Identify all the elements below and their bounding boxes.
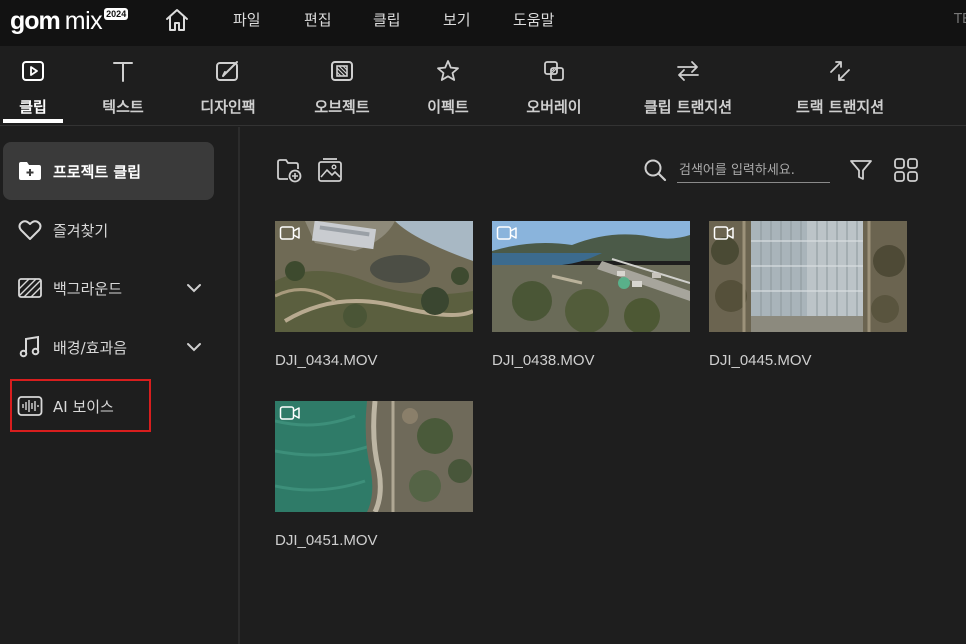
filter-icon[interactable] [848, 157, 874, 183]
tab-effect[interactable]: 이펙트 [420, 46, 476, 126]
tab-track-transition-label: 트랙 트랜지션 [795, 98, 885, 116]
menu-bar: gom mix 2024 파일 편집 클립 보기 도움말 TE [0, 0, 966, 46]
object-icon [331, 61, 353, 81]
cross-arrows-icon [830, 61, 850, 81]
tab-clip-label: 클립 [19, 98, 47, 116]
background-pattern-icon [18, 278, 42, 298]
menu-truncated-item[interactable]: TE [954, 12, 966, 27]
search-box [642, 155, 832, 185]
tab-clip-transition[interactable]: 클립 트랜지션 [632, 46, 744, 126]
clip-item[interactable]: DJI_0445.MOV [709, 221, 907, 369]
search-icon[interactable] [642, 157, 668, 183]
logo-gom-text: gom [10, 6, 61, 35]
tab-design-pack-label: 디자인팩 [200, 98, 256, 116]
clip-filename: DJI_0438.MOV [492, 352, 595, 369]
clip-item[interactable]: DJI_0451.MOV [275, 401, 473, 549]
tab-object[interactable]: 오브젝트 [304, 46, 380, 126]
sidebar-item-label: 배경/효과음 [53, 338, 128, 357]
tab-text-label: 텍스트 [102, 98, 144, 116]
clip-item[interactable]: DJI_0438.MOV [492, 221, 690, 369]
clip-thumbnail-image [275, 221, 473, 332]
play-square-icon [22, 61, 44, 81]
category-tab-bar: 클립 텍스트 디자인팩 오브젝트 이펙트 오버레이 클립 트랜지션 트랙 트랜지… [0, 46, 966, 126]
image-add-icon[interactable] [317, 157, 343, 183]
overlay-icon [544, 61, 564, 81]
tab-effect-label: 이펙트 [427, 98, 469, 116]
sidebar-item-label: 즐겨찾기 [53, 221, 109, 240]
sidebar-item-label: 프로젝트 클립 [53, 162, 142, 181]
logo-mix-text: mix [64, 6, 103, 35]
music-note-icon [19, 335, 40, 358]
tab-text[interactable]: 텍스트 [92, 46, 154, 126]
sidebar-item-project-clips[interactable]: 프로젝트 클립 [3, 142, 214, 200]
menu-clip[interactable]: 클립 [373, 9, 401, 30]
star-icon [437, 60, 459, 81]
video-camera-icon [279, 406, 300, 420]
menu-help[interactable]: 도움말 [513, 9, 554, 30]
clip-thumbnail-image [709, 221, 907, 332]
menu-file[interactable]: 파일 [233, 9, 261, 30]
tab-overlay[interactable]: 오버레이 [516, 46, 592, 126]
clip-filename: DJI_0451.MOV [275, 532, 378, 549]
chevron-down-icon[interactable] [186, 340, 202, 354]
folder-add-icon[interactable] [276, 157, 302, 183]
app-logo: gom mix 2024 [10, 6, 129, 36]
clip-filename: DJI_0434.MOV [275, 352, 378, 369]
clip-thumbnail[interactable] [492, 221, 690, 332]
grid-view-icon[interactable] [893, 157, 919, 183]
clip-thumbnail-image [275, 401, 473, 512]
chevron-down-icon[interactable] [186, 281, 202, 295]
video-camera-icon [713, 226, 734, 240]
home-icon [166, 9, 188, 31]
search-input[interactable] [677, 159, 830, 183]
menu-edit[interactable]: 편집 [304, 9, 332, 30]
clip-item[interactable]: DJI_0434.MOV [275, 221, 473, 369]
menu-view[interactable]: 보기 [443, 9, 471, 30]
logo-year-badge: 2024 [104, 8, 129, 20]
sidebar-item-bgm-sfx[interactable]: 배경/효과음 [3, 318, 214, 376]
clip-thumbnail[interactable] [709, 221, 907, 332]
tab-clip-transition-label: 클립 트랜지션 [643, 98, 733, 116]
tab-track-transition[interactable]: 트랙 트랜지션 [784, 46, 896, 126]
swap-arrows-icon [677, 61, 699, 81]
annotation-highlight-box [10, 379, 151, 432]
clip-library-panel: DJI_0434.MOV [242, 127, 966, 644]
sidebar-item-background[interactable]: 백그라운드 [3, 259, 214, 317]
video-camera-icon [496, 226, 517, 240]
heart-icon [18, 220, 42, 240]
home-button[interactable] [164, 6, 190, 34]
tab-design-pack[interactable]: 디자인팩 [190, 46, 266, 126]
sidebar-item-favorites[interactable]: 즐겨찾기 [3, 201, 214, 259]
clip-filename: DJI_0445.MOV [709, 352, 812, 369]
tab-overlay-label: 오버레이 [526, 98, 582, 116]
clip-thumbnail[interactable] [275, 401, 473, 512]
tab-object-label: 오브젝트 [314, 98, 370, 116]
clip-thumbnail-image [492, 221, 690, 332]
design-brush-icon [216, 61, 238, 81]
clip-thumbnail[interactable] [275, 221, 473, 332]
video-camera-icon [279, 226, 300, 240]
folder-plus-icon [19, 162, 41, 180]
sidebar-item-label: 백그라운드 [53, 279, 123, 298]
active-tab-indicator [3, 119, 63, 123]
text-icon [113, 62, 133, 82]
tab-clip[interactable]: 클립 [3, 46, 63, 126]
